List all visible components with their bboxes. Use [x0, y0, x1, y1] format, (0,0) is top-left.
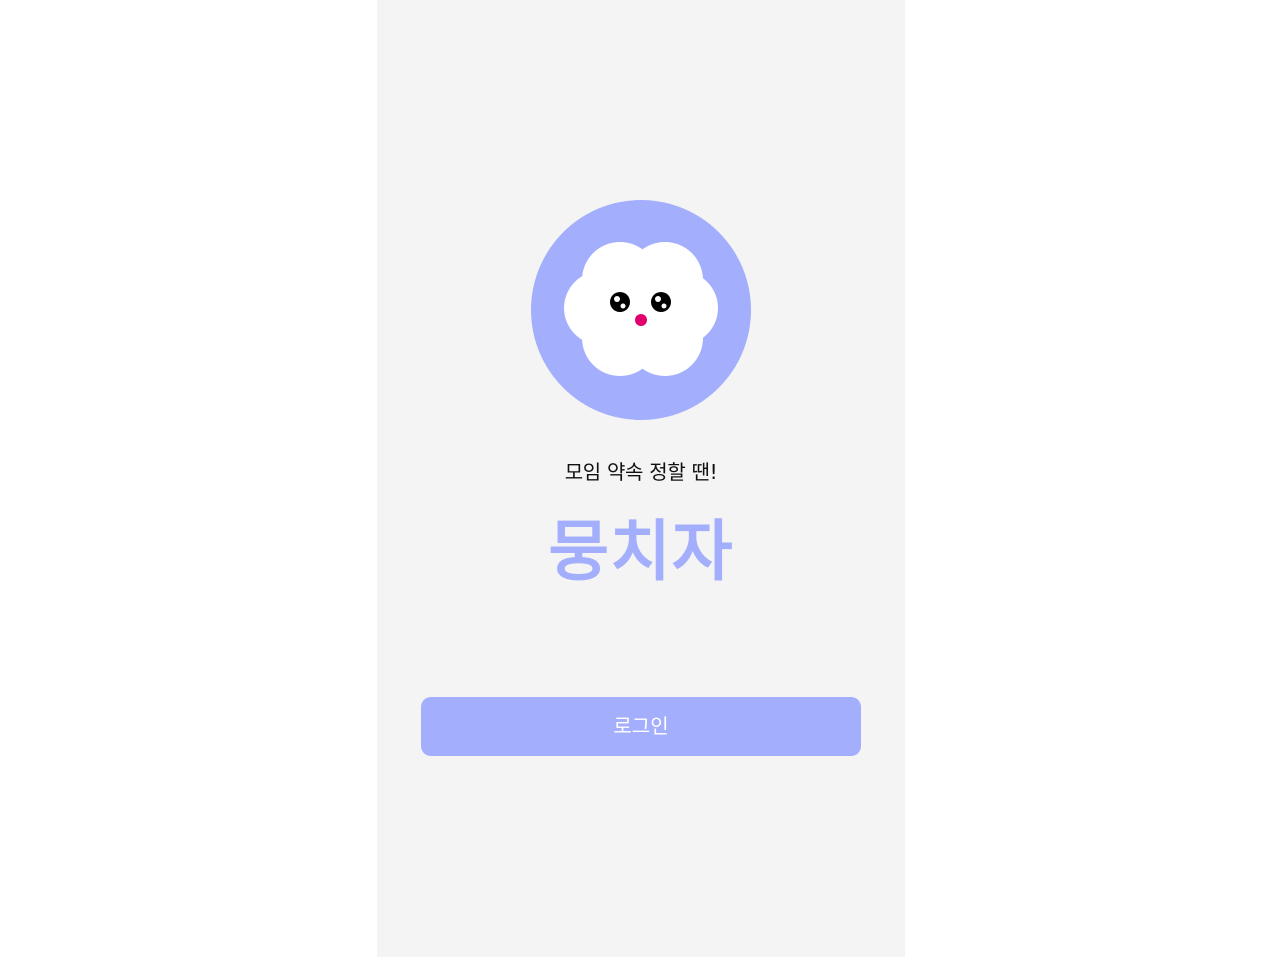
left-eye-icon	[610, 292, 630, 312]
login-screen: 모임 약속 정할 땐! 뭉치자 로그인	[377, 0, 905, 957]
right-eye-icon	[651, 292, 671, 312]
cloud-face	[564, 242, 718, 376]
cloud-mascot-icon	[531, 200, 751, 420]
tagline: 모임 약속 정할 땐!	[564, 460, 718, 484]
nose-icon	[635, 314, 647, 326]
app-name: 뭉치자	[548, 513, 734, 590]
login-button[interactable]: 로그인	[421, 697, 861, 756]
